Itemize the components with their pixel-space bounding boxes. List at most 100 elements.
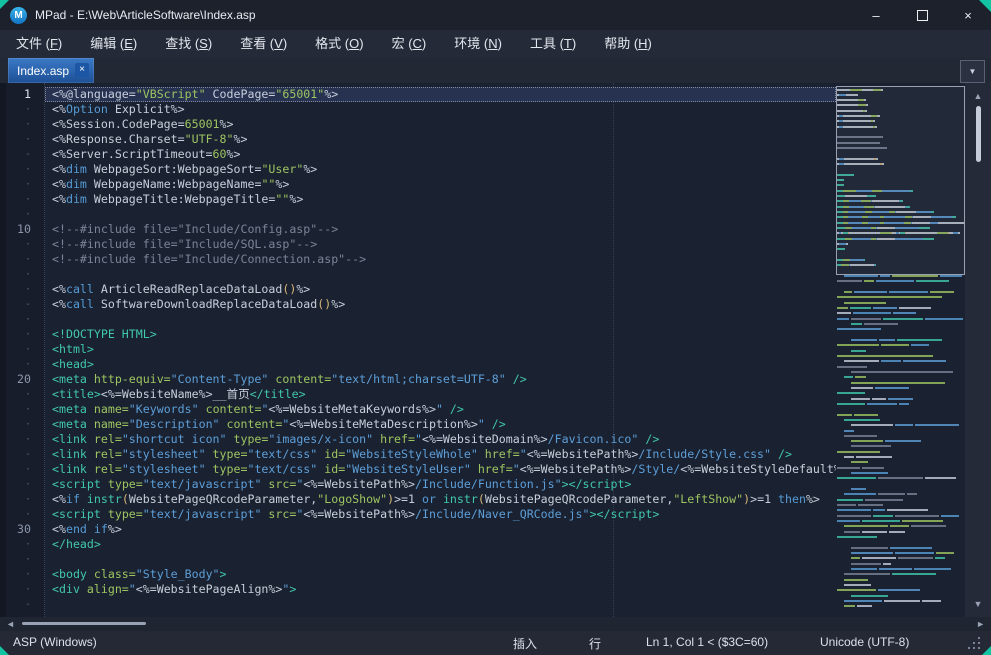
gutter-cell[interactable]: · xyxy=(0,387,44,402)
code-line[interactable]: <!--#include file="Include/Connection.as… xyxy=(45,252,836,267)
scroll-right-icon[interactable]: ► xyxy=(976,619,985,629)
code-line[interactable]: <!--#include file="Include/Config.asp"--… xyxy=(45,222,836,237)
code-area[interactable]: <%@language="VBScript" CodePage="65001"%… xyxy=(45,83,836,617)
gutter-cell[interactable]: · xyxy=(0,162,44,177)
gutter-cell[interactable]: · xyxy=(0,537,44,552)
gutter-cell[interactable]: · xyxy=(0,102,44,117)
gutter-cell[interactable]: · xyxy=(0,492,44,507)
resize-grip-icon[interactable] xyxy=(968,637,983,652)
code-line[interactable]: <%call ArticleReadReplaceDataLoad()%> xyxy=(45,282,836,297)
vertical-scrollbar[interactable]: ▲ ▼ xyxy=(965,83,991,617)
gutter-cell[interactable]: · xyxy=(0,132,44,147)
code-line[interactable]: </head> xyxy=(45,537,836,552)
gutter-cell[interactable]: · xyxy=(0,342,44,357)
maximize-button[interactable] xyxy=(899,0,945,30)
gutter-cell[interactable]: · xyxy=(0,282,44,297)
code-editor[interactable]: 1···-····10····-····20····-····30····- <… xyxy=(0,83,836,617)
tab-close-icon[interactable]: × xyxy=(75,63,89,77)
gutter-cell[interactable]: 30 xyxy=(0,522,44,537)
code-line[interactable]: <link rel="stylesheet" type="text/css" i… xyxy=(45,462,836,477)
gutter-cell[interactable]: - xyxy=(0,447,44,462)
menu-item-v[interactable]: 查看 (V) xyxy=(226,30,301,58)
menu-item-t[interactable]: 工具 (T) xyxy=(516,30,590,58)
menu-item-n[interactable]: 环境 (N) xyxy=(440,30,516,58)
menu-item-e[interactable]: 编辑 (E) xyxy=(76,30,151,58)
gutter-cell[interactable]: · xyxy=(0,417,44,432)
gutter-cell[interactable]: · xyxy=(0,357,44,372)
code-line[interactable] xyxy=(45,552,836,567)
minimap[interactable] xyxy=(836,83,965,617)
gutter-cell[interactable]: · xyxy=(0,237,44,252)
gutter-cell[interactable]: · xyxy=(0,567,44,582)
menu-item-h[interactable]: 帮助 (H) xyxy=(590,30,666,58)
gutter-cell[interactable]: · xyxy=(0,402,44,417)
code-line[interactable]: <%end if%> xyxy=(45,522,836,537)
gutter-cell[interactable]: 20 xyxy=(0,372,44,387)
code-line[interactable]: <%@language="VBScript" CodePage="65001"%… xyxy=(45,87,836,102)
code-line[interactable]: <%if instr(WebsitePageQRcodeParameter,"L… xyxy=(45,492,836,507)
gutter-cell[interactable]: · xyxy=(0,477,44,492)
gutter-cell[interactable]: - xyxy=(0,597,44,612)
code-line[interactable] xyxy=(45,312,836,327)
tab-index-asp[interactable]: Index.asp × xyxy=(8,58,94,83)
code-line[interactable]: <div align="<%=WebsitePageAlign%>"> xyxy=(45,582,836,597)
menu-item-f[interactable]: 文件 (F) xyxy=(2,30,76,58)
gutter-cell[interactable]: 1 xyxy=(0,87,44,102)
minimize-button[interactable]: – xyxy=(853,0,899,30)
code-line[interactable]: <%dim WebpageSort:WebpageSort="User"%> xyxy=(45,162,836,177)
code-line[interactable]: <meta name="Keywords" content="<%=Websit… xyxy=(45,402,836,417)
code-line[interactable]: <script type="text/javascript" src="<%=W… xyxy=(45,477,836,492)
code-line[interactable]: <%Option Explicit%> xyxy=(45,102,836,117)
status-encoding[interactable]: Unicode (UTF-8) xyxy=(820,635,909,649)
status-cursor-position[interactable]: Ln 1, Col 1 < ($3C=60) xyxy=(646,635,768,649)
gutter-cell[interactable]: · xyxy=(0,267,44,282)
line-number-gutter[interactable]: 1···-····10····-····20····-····30····- xyxy=(0,83,45,617)
minimap-viewport[interactable] xyxy=(836,86,965,275)
code-line[interactable]: <title><%=WebsiteName%>__首页</title> xyxy=(45,387,836,402)
scroll-up-icon[interactable]: ▲ xyxy=(965,91,991,101)
horizontal-scroll-thumb[interactable] xyxy=(22,622,146,625)
code-line[interactable]: <%Server.ScriptTimeout=60%> xyxy=(45,147,836,162)
code-line[interactable]: <html> xyxy=(45,342,836,357)
scroll-down-icon[interactable]: ▼ xyxy=(965,599,991,609)
gutter-cell[interactable]: · xyxy=(0,117,44,132)
code-line[interactable]: <link rel="stylesheet" type="text/css" i… xyxy=(45,447,836,462)
code-line[interactable]: <body class="Style_Body"> xyxy=(45,567,836,582)
code-line[interactable]: <link rel="shortcut icon" type="images/x… xyxy=(45,432,836,447)
code-line[interactable]: <%call SoftwareDownloadReplaceDataLoad()… xyxy=(45,297,836,312)
menu-item-c[interactable]: 宏 (C) xyxy=(378,30,441,58)
code-line[interactable]: <meta name="Description" content="<%=Web… xyxy=(45,417,836,432)
gutter-cell[interactable]: 10 xyxy=(0,222,44,237)
code-line[interactable]: <head> xyxy=(45,357,836,372)
menu-item-o[interactable]: 格式 (O) xyxy=(301,30,377,58)
tab-list-dropdown-button[interactable]: ▼ xyxy=(960,60,985,83)
horizontal-scrollbar[interactable]: ◄ ► xyxy=(0,617,991,631)
scroll-left-icon[interactable]: ◄ xyxy=(6,619,15,629)
gutter-cell[interactable]: - xyxy=(0,297,44,312)
gutter-cell[interactable]: - xyxy=(0,147,44,162)
code-line[interactable] xyxy=(45,267,836,282)
code-line[interactable] xyxy=(45,597,836,612)
gutter-cell[interactable]: · xyxy=(0,327,44,342)
vertical-scroll-thumb[interactable] xyxy=(976,106,981,162)
code-line[interactable]: <!DOCTYPE HTML> xyxy=(45,327,836,342)
gutter-cell[interactable]: · xyxy=(0,252,44,267)
gutter-cell[interactable]: · xyxy=(0,462,44,477)
gutter-cell[interactable]: · xyxy=(0,552,44,567)
menu-item-s[interactable]: 查找 (S) xyxy=(151,30,226,58)
code-line[interactable]: <%dim WebpageTitle:WebpageTitle=""%> xyxy=(45,192,836,207)
code-line[interactable]: <script type="text/javascript" src="<%=W… xyxy=(45,507,836,522)
code-line[interactable]: <!--#include file="Include/SQL.asp"--> xyxy=(45,237,836,252)
code-line[interactable]: <%Response.Charset="UTF-8"%> xyxy=(45,132,836,147)
status-insert-mode[interactable]: 插入 xyxy=(513,635,537,652)
gutter-cell[interactable]: · xyxy=(0,582,44,597)
status-language-mode[interactable]: ASP (Windows) xyxy=(13,635,97,649)
code-line[interactable]: <%dim WebpageName:WebpageName=""%> xyxy=(45,177,836,192)
code-line[interactable]: <%Session.CodePage=65001%> xyxy=(45,117,836,132)
gutter-cell[interactable]: · xyxy=(0,507,44,522)
gutter-cell[interactable]: · xyxy=(0,432,44,447)
status-line-mode[interactable]: 行 xyxy=(589,635,601,652)
code-line[interactable] xyxy=(45,207,836,222)
gutter-cell[interactable]: · xyxy=(0,207,44,222)
gutter-cell[interactable]: · xyxy=(0,177,44,192)
